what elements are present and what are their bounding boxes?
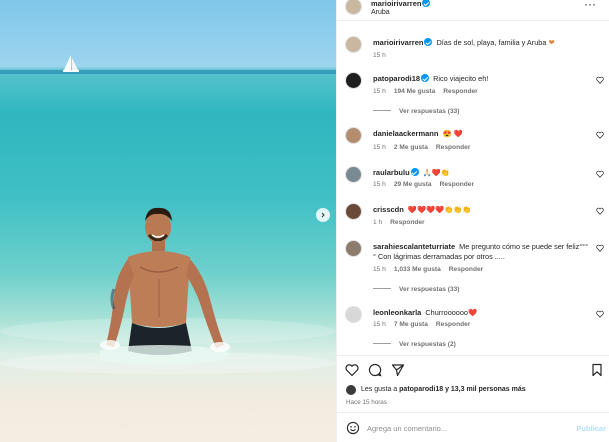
comment-time: 15 h — [373, 88, 386, 95]
author-avatar[interactable] — [345, 36, 362, 53]
horizon-line — [0, 70, 336, 74]
post-actions: Les gusta a patoparodi18 y 13,3 mil pers… — [337, 355, 609, 441]
view-replies-button[interactable]: Ver respuestas (33) — [373, 286, 459, 293]
comment-time: 15 h — [373, 144, 386, 151]
comment-avatar[interactable] — [345, 306, 362, 323]
reply-button[interactable]: Responder — [440, 181, 474, 188]
comment-like-heart-icon[interactable] — [596, 207, 604, 215]
next-photo-button[interactable] — [316, 208, 330, 222]
comment-username[interactable]: raularbulu — [373, 168, 419, 177]
comment-username[interactable]: patoparodi18 — [373, 74, 430, 83]
comment-like-heart-icon[interactable] — [596, 170, 604, 178]
post-header: marioirivarren Aruba ··· — [337, 0, 609, 21]
more-options-button[interactable]: ··· — [584, 0, 596, 11]
comment-meta: 1 h Responder — [373, 219, 433, 226]
likes-prefix: Les gusta a — [361, 386, 398, 393]
comment-time: 1 h — [373, 219, 383, 226]
liker-avatar — [346, 385, 356, 395]
comment-likes[interactable]: 1,033 Me gusta — [394, 266, 441, 273]
comment-meta: 15 h 2 Me gusta Responder — [373, 144, 478, 151]
verified-badge-icon — [424, 38, 433, 46]
comment-username[interactable]: crisscdn — [373, 205, 404, 214]
post-location[interactable]: Aruba — [371, 9, 390, 16]
bookmark-icon[interactable] — [590, 363, 604, 377]
comment-likes[interactable]: 29 Me gusta — [394, 181, 432, 188]
comment-text: sarahiescalanteturriate Me pregunto cómo… — [373, 242, 589, 262]
comment-body: 🙏🏻❤️👏 — [422, 168, 450, 177]
chevron-right-icon — [321, 212, 325, 218]
caption-meta: 15 h — [373, 52, 394, 59]
view-replies-button[interactable]: Ver respuestas (33) — [373, 108, 459, 115]
comment-time: 15 h — [373, 181, 386, 188]
likes-summary: Les gusta a patoparodi18 y 13,3 mil pers… — [346, 385, 526, 395]
comment-body: 😍 ❤️ — [442, 129, 463, 138]
comment-avatar[interactable] — [345, 127, 362, 144]
comment-body: ❤️❤️❤️❤️👏👏👏 — [407, 205, 472, 214]
comment-username[interactable]: danielaackermann — [373, 129, 438, 138]
reply-button[interactable]: Responder — [436, 321, 470, 328]
heart-icon[interactable] — [345, 363, 359, 377]
person-figure — [100, 207, 230, 365]
comment-like-heart-icon[interactable] — [596, 131, 604, 139]
more-horizontal-icon: ··· — [584, 0, 596, 11]
caption-text: marioirivarren Días de sol, playa, famil… — [373, 38, 589, 48]
comment-input[interactable] — [367, 420, 557, 436]
comment-meta: 15 h 7 Me gusta Responder — [373, 321, 478, 328]
comment-text: danielaackermann 😍 ❤️ — [373, 129, 589, 139]
comment-composer: Publicar — [337, 412, 609, 442]
author-username[interactable]: marioirivarren — [371, 0, 431, 8]
post-panel: marioirivarren Aruba ··· marioirivarren … — [336, 0, 609, 442]
verified-badge-icon — [421, 74, 430, 82]
comment-body: Churroooooo❤️ — [425, 308, 478, 317]
comment-like-heart-icon[interactable] — [596, 310, 604, 318]
post-comment-button[interactable]: Publicar — [576, 424, 606, 433]
view-replies-button[interactable]: Ver respuestas (2) — [373, 341, 456, 348]
caption-time: 15 h — [373, 52, 386, 59]
comment-avatar[interactable] — [345, 72, 362, 89]
caption-body: Días de sol, playa, familia y Aruba — [436, 38, 547, 47]
liker-username[interactable]: patoparodi18 — [399, 386, 443, 393]
comment-time: 15 h — [373, 321, 386, 328]
heart-emoji: ❤ — [548, 38, 555, 47]
comment-username[interactable]: sarahiescalanteturriate — [373, 242, 455, 251]
comment-likes[interactable]: 2 Me gusta — [394, 144, 428, 151]
comment-username[interactable]: leonleonkarla — [373, 308, 421, 317]
comment-like-heart-icon[interactable] — [596, 76, 604, 84]
comment-text: raularbulu 🙏🏻❤️👏 — [373, 168, 589, 178]
likes-count[interactable]: y 13,3 mil personas más — [445, 386, 526, 393]
share-icon[interactable] — [391, 363, 405, 377]
verified-badge-icon — [422, 0, 431, 7]
sailboat-icon — [63, 55, 79, 72]
comment-text: leonleonkarla Churroooooo❤️ — [373, 308, 589, 318]
comment-avatar[interactable] — [345, 166, 362, 183]
comment-like-heart-icon[interactable] — [596, 244, 604, 252]
reply-button[interactable]: Responder — [449, 266, 483, 273]
post-time-ago[interactable]: Hace 15 horas — [346, 399, 387, 406]
comment-text: patoparodi18 Rico viajecito eh! — [373, 74, 589, 84]
post-photo — [0, 0, 336, 442]
comment-meta: 15 h 29 Me gusta Responder — [373, 181, 482, 188]
author-avatar[interactable] — [345, 0, 362, 15]
comment-body: Rico viajecito eh! — [433, 74, 489, 83]
reply-button[interactable]: Responder — [443, 88, 477, 95]
reply-button[interactable]: Responder — [436, 144, 470, 151]
emoji-icon[interactable] — [346, 421, 360, 435]
caption-username[interactable]: marioirivarren — [373, 38, 433, 47]
comment-meta: 15 h 194 Me gusta Responder — [373, 88, 486, 95]
comment-avatar[interactable] — [345, 240, 362, 257]
comment-text: crisscdn ❤️❤️❤️❤️👏👏👏 — [373, 205, 589, 215]
comment-avatar[interactable] — [345, 203, 362, 220]
comment-likes[interactable]: 7 Me gusta — [394, 321, 428, 328]
comment-meta: 15 h 1,033 Me gusta Responder — [373, 266, 491, 273]
comment-icon[interactable] — [368, 363, 382, 377]
comment-likes[interactable]: 194 Me gusta — [394, 88, 435, 95]
reply-button[interactable]: Responder — [390, 219, 424, 226]
comment-time: 15 h — [373, 266, 386, 273]
verified-badge-icon — [410, 168, 419, 176]
